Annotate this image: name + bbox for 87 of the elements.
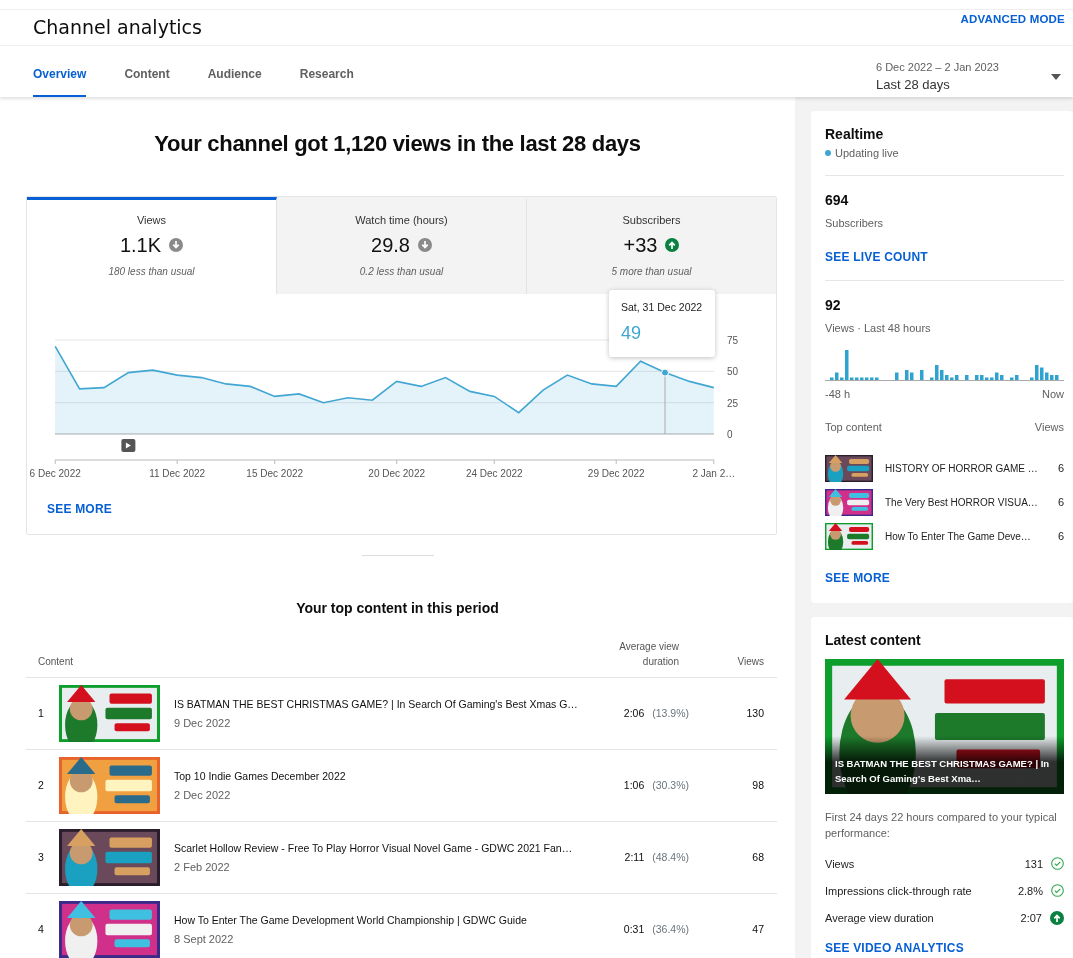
tab[interactable]: Audience — [207, 47, 262, 97]
x-tick-label: 11 Dec 2022 — [149, 468, 206, 480]
live-count-link[interactable]: SEE LIVE COUNT — [825, 247, 928, 266]
video-date: 8 Sept 2022 — [174, 931, 235, 947]
views-value: 98 — [751, 778, 765, 793]
duration-value: 2:06 — [623, 706, 645, 721]
card-title: Latest content — [825, 631, 922, 651]
metric-label: Average view duration — [825, 910, 935, 926]
metric-label: Impressions click-through rate — [825, 883, 973, 899]
date-range-text: 6 Dec 2022 – 2 Jan 2023 — [876, 59, 1000, 75]
video-title[interactable]: Scarlet Hollow Review - Free To Play Horror Visual Novel Game - GDWC 2021 Fan… — [174, 840, 591, 857]
see-more-link[interactable]: SEE MORE — [825, 569, 890, 588]
comparison-text: First 24 days 22 hours compared to your typical performance: — [825, 810, 1058, 842]
see-more-link[interactable]: SEE MORE — [47, 502, 112, 517]
views-value: 130 — [745, 706, 765, 721]
section-title: Your top content in this period — [295, 599, 500, 619]
caret-icon — [1051, 73, 1061, 80]
axis-label: -48 h — [825, 387, 851, 403]
column-header: Views — [736, 655, 765, 670]
video-title[interactable]: How To Enter The Game Development World Championship | GDWC Guide — [174, 912, 591, 929]
live-status: Updating live — [835, 145, 899, 161]
views-label: Views · Last 48 hours — [825, 320, 932, 336]
page-title: Channel analytics — [33, 15, 202, 40]
duration-percent: (48.4%) — [652, 850, 689, 865]
views-count: 92 — [825, 295, 842, 315]
video-title[interactable]: IS BATMAN THE BEST CHRISTMAS GAME? | In Search Of Gaming's Best Xmas G… — [174, 696, 591, 713]
views-value: 6 — [1057, 495, 1064, 511]
date-range-picker[interactable]: 6 Dec 2022 – 2 Jan 2023 Last 28 days — [876, 58, 1061, 95]
video-marker-icon[interactable] — [121, 439, 136, 453]
x-tick-label: 15 Dec 2022 — [246, 468, 304, 480]
period-text: Last 28 days — [876, 76, 951, 95]
video-date: 9 Dec 2022 — [174, 715, 232, 731]
axis-label: Now — [1042, 387, 1064, 403]
metric-value: 2:07 — [1020, 910, 1042, 926]
rank-number: 3 — [37, 850, 45, 865]
views-value: 47 — [751, 922, 765, 937]
views-value: 68 — [751, 850, 765, 865]
duration-value: 2:11 — [624, 850, 645, 865]
hover-point — [661, 368, 669, 377]
y-tick-label: 0 — [727, 429, 733, 441]
metric-value: 131 — [1024, 856, 1043, 872]
video-title[interactable]: HISTORY OF HORROR GAME … — [885, 460, 1050, 476]
video-title[interactable]: Top 10 Indie Games December 2022 — [174, 768, 591, 785]
advanced-mode-link[interactable]: ADVANCED MODE — [960, 11, 1065, 29]
y-tick-label: 25 — [727, 398, 739, 410]
rank-number: 4 — [37, 922, 45, 937]
x-tick-label: 20 Dec 2022 — [368, 468, 426, 480]
duration-percent: (30.3%) — [652, 778, 689, 793]
video-date: 2 Dec 2022 — [174, 787, 232, 803]
views-value: 6 — [1057, 529, 1064, 545]
video-title[interactable]: How To Enter The Game Deve… — [885, 528, 1050, 544]
x-tick-label: 6 Dec 2022 — [29, 468, 81, 480]
x-tick-label: 24 Dec 2022 — [465, 468, 523, 480]
subscriber-label: Subscribers — [825, 216, 885, 232]
metric-tab[interactable]: Watch time (hours) 29.8 0.2 less than usual — [277, 196, 527, 295]
column-header: Views — [1034, 419, 1064, 435]
video-title[interactable]: IS BATMAN THE BEST CHRISTMAS GAME? | In Search Of Gaming's Best Xma… — [825, 736, 1064, 795]
metric-tab[interactable]: Views 1.1K 180 less than usual — [27, 196, 277, 295]
duration-value: 1:06 — [623, 778, 645, 793]
headline: Your channel got 1,120 views in the last 28 days — [153, 129, 642, 158]
rank-number: 1 — [37, 706, 45, 721]
y-tick-label: 50 — [727, 366, 739, 378]
subscriber-count: 694 — [825, 191, 850, 211]
rank-number: 2 — [37, 778, 45, 793]
video-title[interactable]: The Very Best HORROR VISUA… — [885, 494, 1050, 510]
duration-percent: (13.9%) — [652, 706, 689, 721]
views-value: 6 — [1057, 461, 1064, 477]
tab[interactable]: Overview — [33, 47, 87, 97]
card-title: Realtime — [825, 124, 885, 144]
tooltip-date: Sat, 31 Dec 2022 — [621, 300, 703, 316]
tooltip-value: 49 — [621, 322, 643, 346]
column-header: Top content — [825, 419, 882, 435]
column-header: Average view duration — [618, 640, 679, 670]
x-tick-label: 29 Dec 2022 — [587, 468, 645, 480]
duration-value: 0:31 — [623, 922, 645, 937]
metric-label: Views — [825, 856, 856, 872]
tab[interactable]: Research — [299, 47, 354, 97]
column-header: Content — [37, 655, 75, 670]
video-analytics-link[interactable]: SEE VIDEO ANALYTICS — [825, 939, 964, 958]
live-dot-icon — [825, 150, 831, 157]
metric-tab[interactable]: Subscribers +33 5 more than usual — [527, 196, 776, 295]
y-tick-label: 75 — [727, 335, 739, 347]
tab[interactable]: Content — [124, 47, 170, 97]
x-tick-label: 2 Jan 2… — [692, 468, 736, 480]
duration-percent: (36.4%) — [652, 922, 689, 937]
video-date: 2 Feb 2022 — [174, 859, 231, 875]
metric-value: 2.8% — [1017, 883, 1043, 899]
